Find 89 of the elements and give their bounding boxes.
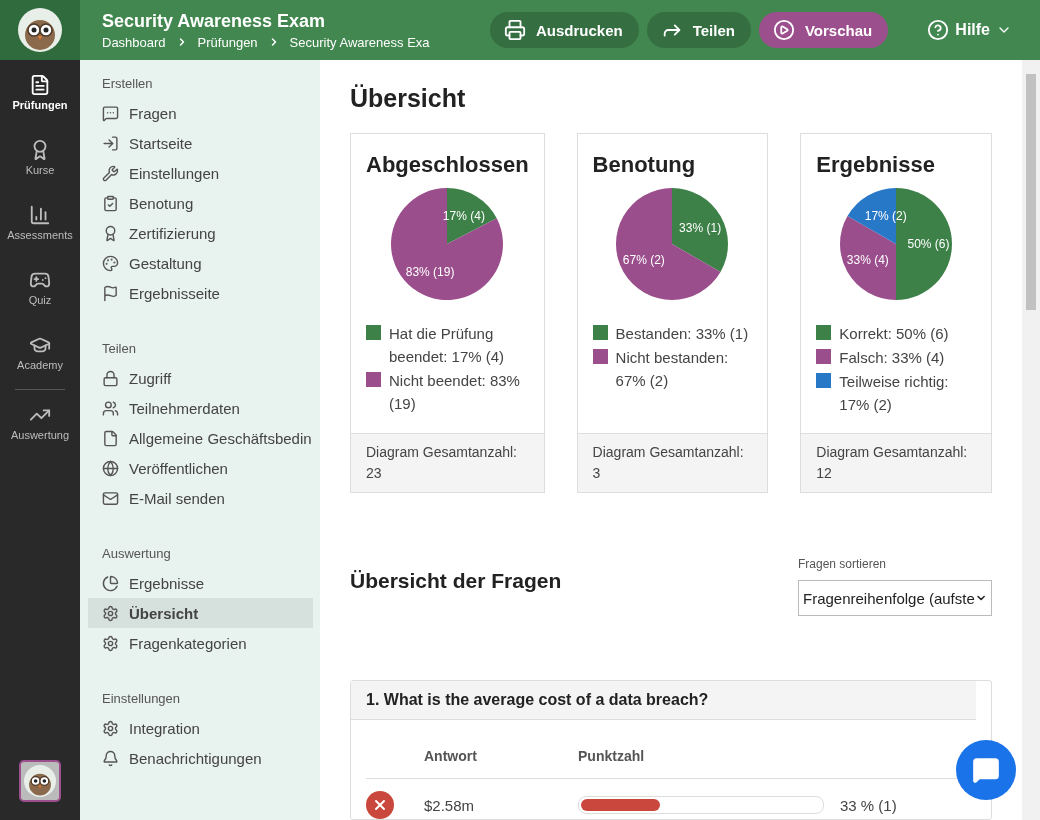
slice-label: 33% (1)	[679, 220, 722, 235]
sidebar-item[interactable]: Ergebnisse	[88, 568, 313, 598]
card-title: Benotung	[592, 152, 697, 178]
chat-bubble-icon	[972, 756, 1000, 784]
sidebar-item[interactable]: Benachrichtigungen	[88, 743, 313, 773]
menu-icon	[102, 134, 119, 152]
sidebar-item[interactable]: Allgemeine Geschäftsbedin	[88, 423, 313, 453]
sidebar-item[interactable]: E-Mail senden	[88, 483, 313, 513]
rail-icon	[29, 74, 51, 96]
legend-label: Teilweise richtig: 17% (2)	[839, 372, 950, 415]
sidebar-item[interactable]: Veröffentlichen	[88, 453, 313, 483]
preview-button[interactable]: Vorschau	[758, 12, 889, 48]
share-button[interactable]: Teilen	[646, 12, 751, 48]
slice-label: 33% (4)	[847, 253, 890, 268]
sort-label: Fragen sortieren	[798, 557, 888, 571]
section-title: Übersicht der Fragen	[350, 569, 562, 594]
sidebar-item[interactable]: Übersicht	[88, 598, 313, 628]
sidebar-item[interactable]: Ergebnisseite	[88, 278, 313, 308]
slice-label: 67% (2)	[623, 253, 666, 268]
sidebar-item[interactable]: Integration	[88, 713, 313, 743]
sort-dropdown[interactable]: Fragenreihenfolge (aufste	[798, 580, 992, 616]
play-icon	[772, 19, 795, 41]
legend-label: Nicht beendet: 83% (19)	[389, 371, 521, 414]
rail-icon	[29, 204, 51, 226]
legend-label: Nicht bestanden: 67% (2)	[615, 348, 730, 391]
menu-icon	[102, 459, 119, 477]
card-footer: Diagram Gesamtanzahl: 3	[577, 433, 768, 492]
menu-icon	[102, 164, 119, 182]
menu-icon	[102, 284, 119, 302]
help-icon	[927, 19, 950, 41]
sidebar-item[interactable]: Fragenkategorien	[88, 628, 313, 658]
sidebar-heading: Einstellungen	[101, 691, 182, 706]
menu-icon	[102, 369, 119, 387]
scrollbar[interactable]	[1022, 60, 1040, 820]
help-menu[interactable]: Hilfe	[921, 18, 1018, 42]
menu-icon	[102, 719, 119, 737]
exam-title: Security Awareness Exam	[102, 10, 327, 32]
user-avatar[interactable]	[19, 760, 61, 802]
sidebar-item[interactable]: Teilnehmerdaten	[88, 393, 313, 423]
menu-icon	[102, 604, 119, 622]
sidebar-heading: Teilen	[101, 341, 137, 356]
page-title: Übersicht	[350, 84, 467, 113]
print-button[interactable]: Ausdrucken	[490, 12, 639, 48]
legend-label: Bestanden: 33% (1)	[615, 324, 749, 344]
rail-item[interactable]: Auswertung	[0, 404, 80, 469]
menu-icon	[102, 489, 119, 507]
sidebar-item[interactable]: Einstellungen	[88, 158, 313, 188]
rail-item[interactable]: Quiz	[0, 269, 80, 334]
column-header: Antwort	[424, 748, 478, 764]
sidebar-item[interactable]: Gestaltung	[88, 248, 313, 278]
menu-icon	[102, 104, 119, 122]
legend-label: Hat die Prüfung beendet: 17% (4)	[389, 324, 506, 367]
rail-item[interactable]: Academy	[0, 334, 80, 399]
slice-label: 83% (19)	[406, 264, 455, 279]
slice-label: 50% (6)	[907, 237, 950, 251]
legend-label: Falsch: 33% (4)	[839, 348, 945, 368]
rail-item[interactable]: Prüfungen	[0, 74, 80, 139]
sidebar-item[interactable]: Fragen	[88, 98, 313, 128]
card-title: Ergebnisse	[816, 152, 936, 178]
card-footer: Diagram Gesamtanzahl: 12	[801, 433, 991, 492]
question-title: 1. What is the average cost of a data breach?	[351, 681, 976, 720]
menu-icon	[102, 634, 119, 652]
menu-icon	[102, 574, 119, 592]
sidebar-item[interactable]: Benotung	[88, 188, 313, 218]
slice-label: 17% (4)	[443, 209, 486, 224]
owl-avatar-icon	[24, 765, 56, 797]
column-header: Punktzahl	[578, 748, 646, 764]
sidebar-heading: Auswertung	[101, 546, 172, 561]
answer-text: $2.58m	[424, 796, 476, 814]
breadcrumb-link[interactable]: Security Awareness Exa	[289, 34, 430, 50]
rail-item[interactable]: Assessments	[0, 204, 80, 269]
printer-icon	[504, 19, 526, 41]
menu-icon	[102, 254, 119, 272]
menu-icon	[102, 429, 119, 447]
menu-icon	[102, 749, 119, 767]
sidebar-item[interactable]: Zertifizierung	[88, 218, 313, 248]
card-footer: Diagram Gesamtanzahl: 23	[351, 433, 544, 492]
owl-logo	[18, 8, 62, 52]
menu-icon	[102, 399, 119, 417]
breadcrumb-link[interactable]: Prüfungen	[197, 34, 258, 50]
card-title: Abgeschlossen	[366, 152, 529, 178]
sidebar-heading: Erstellen	[101, 76, 154, 91]
legend-label: Korrekt: 50% (6)	[839, 324, 949, 344]
score-reading: 33 % (1)	[839, 796, 898, 814]
breadcrumb-link[interactable]: Dashboard	[102, 34, 166, 50]
rail-item[interactable]: Kurse	[0, 139, 80, 204]
sidebar-item[interactable]: Zugriff	[88, 363, 313, 393]
menu-icon	[102, 194, 119, 212]
sidebar-item[interactable]: Startseite	[88, 128, 313, 158]
